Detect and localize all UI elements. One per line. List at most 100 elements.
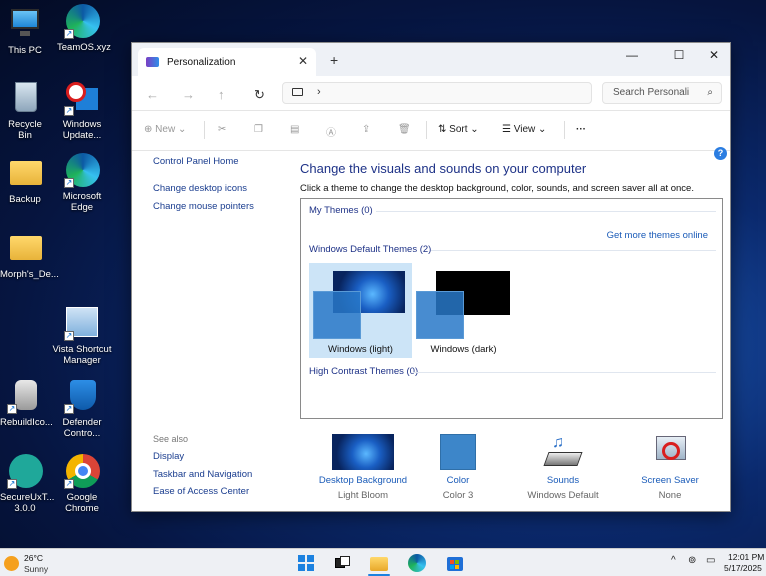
desktop-background-label: Desktop Background: [318, 475, 408, 486]
theme-label: Windows (dark): [430, 344, 497, 355]
wallpaper-thumbnail: [332, 434, 394, 470]
refresh-icon[interactable]: ↻: [254, 87, 265, 103]
desktop-icon-label: SecureUxT... 3.0.0: [0, 492, 55, 514]
desktop-background-setting[interactable]: Desktop Background Light Bloom: [310, 434, 416, 501]
store-icon[interactable]: [446, 554, 464, 572]
control-panel-home-link[interactable]: Control Panel Home: [153, 156, 239, 167]
new-tab-button[interactable]: +: [330, 52, 338, 68]
display-link[interactable]: Display: [153, 451, 184, 462]
toolbar-divider: [204, 121, 205, 139]
change-desktop-icons-link[interactable]: Change desktop icons: [153, 183, 247, 194]
desktop-icon-teamos[interactable]: ↗ TeamOS.xyz: [57, 3, 111, 53]
folder-icon: [7, 230, 43, 266]
taskbar-navigation-link[interactable]: Taskbar and Navigation: [153, 469, 252, 480]
desktop-icon-defender-control[interactable]: ↗ Defender Contro...: [57, 378, 107, 439]
theme-windows-dark[interactable]: Windows (dark): [412, 263, 515, 358]
defender-shield-icon: ↗: [64, 378, 100, 414]
command-bar: ⊕ New ⌄ ✂ ❐ ▤ Ⓐ ⇪ 🗑 ⇅ Sort ⌄ ☰ View ⌄ ··…: [132, 111, 730, 151]
desktop-icon-label: Backup: [9, 194, 41, 205]
ease-of-access-link[interactable]: Ease of Access Center: [153, 486, 249, 497]
weather-desc: Sunny: [24, 564, 49, 574]
taskbar: 26°C Sunny ^ ⊚ ▭ 12:01 PM 5/17/2025: [0, 548, 766, 576]
group-divider: [413, 372, 716, 373]
address-input[interactable]: ›: [282, 82, 592, 104]
desktop-icon-vista-shortcut[interactable]: ↗ Vista Shortcut Manager: [50, 305, 114, 366]
shortcut-arrow-icon: ↗: [64, 106, 74, 116]
share-icon[interactable]: ⇪: [362, 124, 370, 135]
desktop-icon-morphs[interactable]: Morph's_De...: [0, 230, 59, 280]
paste-icon[interactable]: ▤: [290, 124, 299, 135]
theme-windows-light[interactable]: Windows (light): [309, 263, 412, 358]
shortcut-arrow-icon: ↗: [64, 331, 74, 341]
desktop-icon-label: Vista Shortcut Manager: [52, 344, 112, 366]
screen-saver-setting[interactable]: Screen Saver None: [628, 434, 712, 501]
desktop-icon-chrome[interactable]: ↗ Google Chrome: [57, 453, 107, 514]
desktop-icon-label: Morph's_De...: [0, 269, 59, 280]
desktop-icon-label: This PC: [8, 45, 42, 56]
secureux-icon: ↗: [7, 453, 43, 489]
maximize-button[interactable]: ☐: [664, 48, 694, 62]
tab-personalization[interactable]: Personalization ✕: [138, 48, 316, 76]
forward-arrow-icon[interactable]: →: [182, 87, 195, 102]
minimize-button[interactable]: —: [617, 48, 647, 62]
desktop-icon-this-pc[interactable]: This PC: [0, 6, 50, 56]
chrome-icon: ↗: [64, 453, 100, 489]
monitor-icon: [7, 6, 43, 42]
desktop-icon-windows-update[interactable]: ↗ Windows Update...: [57, 80, 107, 141]
desktop-icon-edge[interactable]: ↗ Microsoft Edge: [57, 152, 107, 213]
desktop-icon-secureux[interactable]: ↗ SecureUxT... 3.0.0: [0, 453, 55, 514]
sort-button[interactable]: ⇅ Sort ⌄: [438, 124, 479, 135]
edge-icon: ↗: [64, 3, 100, 39]
file-explorer-icon[interactable]: [368, 554, 390, 576]
edge-icon[interactable]: [408, 554, 426, 572]
desktop-background-value: Light Bloom: [337, 490, 389, 501]
new-button[interactable]: ⊕ New ⌄: [144, 124, 186, 135]
page-description: Click a theme to change the desktop back…: [300, 183, 694, 194]
task-view-icon[interactable]: [333, 554, 351, 572]
cut-icon[interactable]: ✂: [218, 124, 226, 135]
desktop-icon-label: Microsoft Edge: [62, 191, 102, 213]
back-arrow-icon[interactable]: ←: [146, 87, 159, 102]
color-label: Color: [446, 475, 470, 486]
windows-update-blocked-icon: ↗: [64, 80, 100, 116]
view-button[interactable]: ☰ View ⌄: [502, 124, 546, 135]
delete-icon[interactable]: 🗑: [398, 124, 411, 135]
chevron-right-icon[interactable]: ›: [317, 86, 321, 98]
close-tab-icon[interactable]: ✕: [298, 54, 308, 68]
page-title: Change the visuals and sounds on your co…: [300, 161, 587, 176]
get-more-themes-link[interactable]: Get more themes online: [607, 230, 708, 241]
help-icon[interactable]: ?: [714, 147, 727, 160]
desktop-icon-backup[interactable]: Backup: [0, 155, 50, 205]
copy-icon[interactable]: ❐: [254, 124, 263, 135]
up-arrow-icon[interactable]: ↑: [218, 87, 225, 102]
weather-temp: 26°C: [24, 553, 43, 563]
desktop-icon-recycle-bin[interactable]: Recycle Bin: [0, 80, 50, 141]
sun-icon: [4, 556, 19, 571]
edge-icon: ↗: [64, 152, 100, 188]
vista-shortcut-manager-icon: ↗: [64, 305, 100, 341]
display-tray-icon[interactable]: ▭: [706, 555, 715, 566]
more-options-button[interactable]: ···: [576, 124, 586, 135]
weather-widget[interactable]: 26°C Sunny: [4, 553, 64, 575]
sounds-setting[interactable]: ♫ Sounds Windows Default: [518, 434, 608, 501]
network-icon[interactable]: ⊚: [688, 555, 696, 566]
desktop-icon-rebuildico[interactable]: ↗ RebuildIco...: [0, 378, 53, 428]
shortcut-arrow-icon: ↗: [64, 479, 74, 489]
clock-date[interactable]: 5/17/2025: [724, 563, 762, 573]
sounds-value: Windows Default: [527, 490, 599, 501]
rebuild-icon-cache-icon: ↗: [7, 378, 43, 414]
color-setting[interactable]: Color Color 3: [422, 434, 494, 501]
close-window-button[interactable]: ✕: [699, 48, 729, 62]
sounds-icon: ♫: [543, 434, 583, 470]
search-placeholder: Search Personali: [613, 87, 690, 98]
change-mouse-pointers-link[interactable]: Change mouse pointers: [153, 201, 254, 212]
personalization-icon: [146, 57, 159, 67]
search-input[interactable]: Search Personali ⌕: [602, 82, 722, 104]
sounds-label: Sounds: [546, 475, 580, 486]
clock-time[interactable]: 12:01 PM: [728, 552, 764, 562]
toolbar-divider: [564, 121, 565, 139]
rename-icon[interactable]: Ⓐ: [326, 124, 336, 139]
chevron-up-icon[interactable]: ^: [671, 555, 676, 566]
high-contrast-heading: High Contrast Themes (0): [309, 366, 419, 377]
start-button[interactable]: [297, 554, 315, 572]
